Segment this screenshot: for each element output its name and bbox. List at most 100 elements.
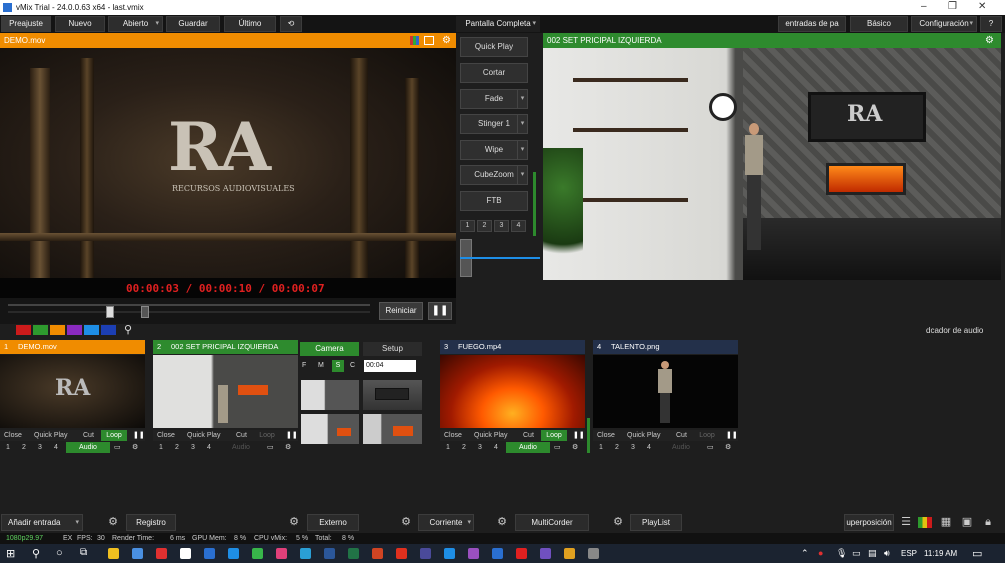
- transition-2-button[interactable]: 2: [477, 220, 492, 232]
- camera-tab[interactable]: Camera: [300, 342, 359, 356]
- multicorder-button[interactable]: MultiCorder: [515, 514, 589, 531]
- overlay-1-button[interactable]: 1: [6, 442, 10, 453]
- input-settings-icon[interactable]: ⚙: [285, 442, 291, 453]
- taskbar-app-icon[interactable]: [108, 548, 119, 559]
- cut-button[interactable]: Cortar: [460, 63, 528, 83]
- overlay-1-button[interactable]: 1: [599, 442, 603, 453]
- taskbar-app-icon[interactable]: [252, 548, 263, 559]
- basic-button[interactable]: Básico: [850, 16, 908, 32]
- color-swatch[interactable]: [33, 325, 48, 335]
- input-3-header[interactable]: 3 FUEGO.mp4: [440, 340, 585, 354]
- mode-c-button[interactable]: C: [350, 362, 355, 369]
- camera-thumb-3[interactable]: [301, 414, 359, 444]
- seek-handle[interactable]: [105, 306, 114, 318]
- external-button[interactable]: Externo: [307, 514, 359, 531]
- input-2-header[interactable]: 2 002 SET PRICIPAL IZQUIERDA: [153, 340, 298, 354]
- taskbar-app-icon[interactable]: [396, 548, 407, 559]
- dropdown-icon[interactable]: ▾: [517, 90, 527, 108]
- ftb-button[interactable]: FTB: [460, 191, 528, 211]
- camera-time-input[interactable]: 00:04: [364, 360, 416, 372]
- taskbar-app-icon[interactable]: [564, 548, 575, 559]
- wipe-button[interactable]: Wipe ▾: [460, 140, 528, 160]
- taskbar-app-icon[interactable]: [420, 548, 431, 559]
- taskbar-app-icon[interactable]: [228, 548, 239, 559]
- transition-4-button[interactable]: 4: [511, 220, 526, 232]
- overlay-1-button[interactable]: 1: [159, 442, 163, 453]
- audio-button[interactable]: Audio: [66, 442, 110, 453]
- camera-view-icon[interactable]: ▣: [957, 514, 977, 531]
- mode-m-button[interactable]: M: [318, 362, 324, 369]
- battery-icon[interactable]: ▭: [852, 548, 861, 559]
- search-icon[interactable]: ⚲: [124, 323, 132, 336]
- taskbar-app-icon[interactable]: [204, 548, 215, 559]
- audio-mixer-label[interactable]: dcador de audio: [926, 326, 983, 335]
- taskbar-app-icon[interactable]: [156, 548, 167, 559]
- overlay-4-button[interactable]: 4: [494, 442, 498, 453]
- close-button[interactable]: Close: [157, 430, 175, 441]
- color-swatch[interactable]: [50, 325, 65, 335]
- external-settings-icon[interactable]: ⚙: [284, 514, 304, 531]
- input-4-header[interactable]: 4 TALENTO.png: [593, 340, 738, 354]
- taskbar-app-icon[interactable]: [324, 548, 335, 559]
- monitor-icon[interactable]: ▭: [707, 442, 714, 453]
- stream-button[interactable]: Corriente ▾: [418, 514, 474, 531]
- overlay-3-button[interactable]: 3: [631, 442, 635, 453]
- taskbar-app-icon[interactable]: [300, 548, 311, 559]
- restart-button[interactable]: Reiniciar: [379, 302, 423, 320]
- overlay-2-button[interactable]: 2: [615, 442, 619, 453]
- playlist-button[interactable]: PlayList: [630, 514, 682, 531]
- pause-icon[interactable]: ❚❚: [133, 430, 145, 441]
- taskbar-app-icon[interactable]: [588, 548, 599, 559]
- input-3-thumbnail[interactable]: [440, 355, 585, 428]
- color-swatch[interactable]: [67, 325, 82, 335]
- preview-video[interactable]: RA RECURSOS AUDIOVISUALES 00:00:03 / 00:…: [0, 48, 456, 298]
- record-button[interactable]: Registro: [126, 514, 176, 531]
- overlay-1-button[interactable]: 1: [446, 442, 450, 453]
- dropdown-icon[interactable]: ▾: [467, 515, 471, 530]
- pause-icon[interactable]: ❚❚: [726, 430, 738, 441]
- overlay-button[interactable]: uperposición: [844, 514, 894, 531]
- taskbar-app-icon[interactable]: [468, 548, 479, 559]
- quick-play-button[interactable]: Quick Play: [474, 430, 507, 441]
- color-swatch[interactable]: [84, 325, 99, 335]
- camera-thumb-1[interactable]: [301, 380, 359, 410]
- input-1-thumbnail[interactable]: RA: [0, 355, 145, 428]
- cut-button[interactable]: Cut: [236, 430, 247, 441]
- input-2-thumbnail[interactable]: [153, 355, 298, 428]
- input-1-header[interactable]: 1 DEMO.mov: [0, 340, 145, 354]
- preview-settings-icon[interactable]: ⚙: [442, 33, 451, 48]
- taskbar-app-icon[interactable]: [492, 548, 503, 559]
- stinger-button[interactable]: Stinger 1 ▾: [460, 114, 528, 134]
- tray-chevron-icon[interactable]: ⌃: [801, 548, 809, 559]
- taskbar-app-icon[interactable]: [540, 548, 551, 559]
- multiview-icon[interactable]: ▦: [936, 514, 956, 531]
- loop-button[interactable]: Loop: [541, 430, 567, 441]
- monitor-icon[interactable]: ▭: [114, 442, 121, 453]
- pause-icon[interactable]: ❚❚: [573, 430, 585, 441]
- color-bars-icon[interactable]: [410, 36, 419, 45]
- tbar-track[interactable]: [460, 257, 540, 259]
- volume-icon[interactable]: 🔊︎: [884, 548, 890, 559]
- pause-button[interactable]: ❚❚: [428, 302, 452, 320]
- close-button[interactable]: Close: [444, 430, 462, 441]
- transition-1-button[interactable]: 1: [460, 220, 475, 232]
- cortana-icon[interactable]: ○: [56, 547, 63, 559]
- cubezoom-button[interactable]: CubeZoom ▾: [460, 165, 528, 185]
- tray-app-icon[interactable]: ●: [818, 548, 823, 558]
- levels-icon[interactable]: [918, 517, 932, 528]
- monitor-icon[interactable]: ▭: [554, 442, 561, 453]
- overlay-4-button[interactable]: 4: [207, 442, 211, 453]
- taskbar-app-icon[interactable]: [132, 548, 143, 559]
- camera-thumb-4[interactable]: [363, 414, 422, 444]
- quick-play-button[interactable]: Quick Play: [627, 430, 660, 441]
- pause-icon[interactable]: ❚❚: [286, 430, 298, 441]
- mode-s-button[interactable]: S: [332, 360, 344, 372]
- monitor-icon[interactable]: ▭: [267, 442, 274, 453]
- loop-button[interactable]: Loop: [254, 430, 280, 441]
- list-view-icon[interactable]: ☰: [896, 514, 916, 531]
- mode-f-button[interactable]: F: [302, 362, 306, 369]
- inputs-button[interactable]: entradas de pa: [778, 16, 846, 32]
- color-swatch[interactable]: [16, 325, 31, 335]
- taskbar-app-icon[interactable]: [348, 548, 359, 559]
- taskbar-app-icon[interactable]: [516, 548, 527, 559]
